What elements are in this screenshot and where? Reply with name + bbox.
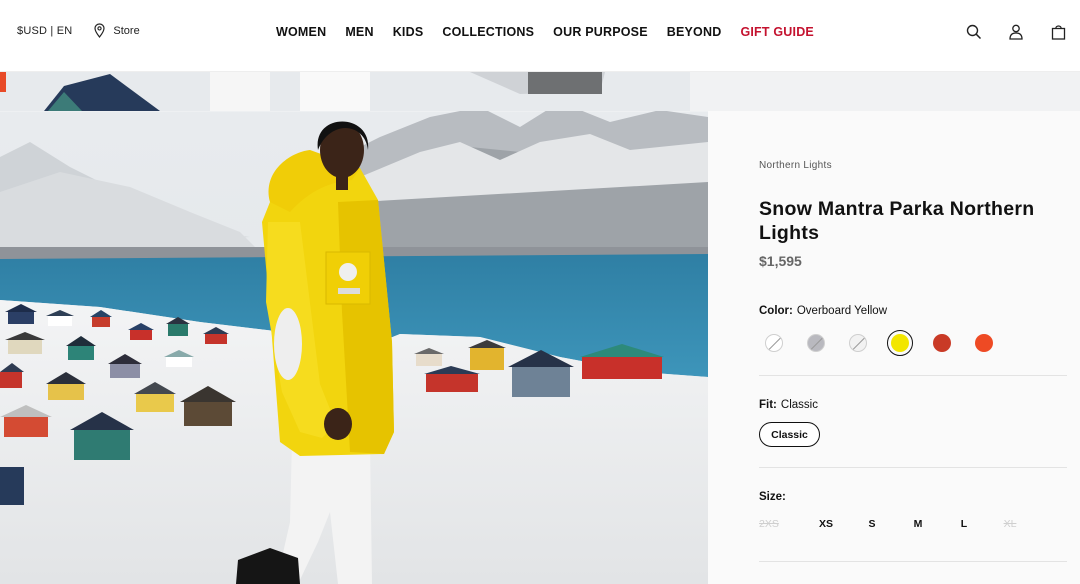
divider bbox=[759, 467, 1067, 468]
fit-classic-button[interactable]: Classic bbox=[759, 422, 820, 447]
swatch-dot-red bbox=[933, 334, 951, 352]
nav-beyond[interactable]: BEYOND bbox=[667, 25, 722, 39]
divider bbox=[759, 561, 1067, 562]
account-icon[interactable] bbox=[1007, 23, 1025, 41]
color-swatch-light-grey[interactable] bbox=[845, 330, 871, 356]
location-pin-icon bbox=[94, 23, 106, 38]
color-swatches bbox=[761, 330, 1013, 356]
size-option[interactable]: L bbox=[941, 518, 987, 530]
product-details-panel: Northern Lights Snow Mantra Parka Northe… bbox=[708, 111, 1080, 584]
product-title: Snow Mantra Parka Northern Lights bbox=[759, 198, 1035, 244]
color-swatch-orange[interactable] bbox=[971, 330, 997, 356]
nav-men[interactable]: MEN bbox=[345, 25, 373, 39]
color-label-key: Color: bbox=[759, 305, 793, 317]
divider bbox=[759, 375, 1067, 376]
site-header: $USD | EN Store WOMEN MEN KIDS COLLECTIO… bbox=[0, 0, 1080, 72]
nav-gift-guide[interactable]: GIFT GUIDE bbox=[740, 25, 814, 39]
nav-women[interactable]: WOMEN bbox=[276, 25, 326, 39]
size-option[interactable]: XS bbox=[803, 518, 849, 530]
color-swatch-white[interactable] bbox=[761, 330, 787, 356]
collection-name[interactable]: Northern Lights bbox=[759, 160, 832, 171]
header-left: $USD | EN Store bbox=[17, 23, 140, 38]
swatch-dot-grey bbox=[807, 334, 825, 352]
color-swatch-red[interactable] bbox=[929, 330, 955, 356]
swatch-dot-yellow bbox=[891, 334, 909, 352]
size-label: Size: bbox=[759, 491, 786, 503]
store-label: Store bbox=[113, 24, 140, 37]
fit-label-key: Fit: bbox=[759, 399, 777, 411]
size-options: 2XS XS S M L XL bbox=[759, 518, 1033, 530]
main-nav: WOMEN MEN KIDS COLLECTIONS OUR PURPOSE B… bbox=[276, 25, 814, 39]
swatch-dot-white bbox=[765, 334, 783, 352]
nav-collections[interactable]: COLLECTIONS bbox=[442, 25, 534, 39]
product-lifestyle-image bbox=[0, 72, 708, 584]
header-icons bbox=[941, 23, 1067, 41]
bag-icon[interactable] bbox=[1049, 23, 1067, 41]
selected-color-name: Overboard Yellow bbox=[796, 305, 888, 317]
nav-our-purpose[interactable]: OUR PURPOSE bbox=[553, 25, 648, 39]
selected-fit-name: Classic bbox=[780, 399, 818, 411]
unavailable-slash bbox=[850, 335, 866, 351]
search-icon[interactable] bbox=[965, 23, 983, 41]
size-option[interactable]: XL bbox=[987, 518, 1033, 530]
currency-language-selector[interactable]: $USD | EN bbox=[17, 25, 72, 37]
store-locator-link[interactable]: Store bbox=[94, 23, 140, 38]
swatch-dot-orange bbox=[975, 334, 993, 352]
size-option[interactable]: S bbox=[849, 518, 895, 530]
unavailable-slash bbox=[808, 335, 824, 351]
color-swatch-yellow[interactable] bbox=[887, 330, 913, 356]
fit-label: Fit: Classic bbox=[759, 399, 818, 411]
unavailable-slash bbox=[766, 335, 782, 351]
color-swatch-grey[interactable] bbox=[803, 330, 829, 356]
size-option[interactable]: M bbox=[895, 518, 941, 530]
swatch-dot-light-grey bbox=[849, 334, 867, 352]
color-label: Color: Overboard Yellow bbox=[759, 305, 887, 317]
banner-image-strip bbox=[0, 72, 1080, 111]
nav-kids[interactable]: KIDS bbox=[393, 25, 424, 39]
size-option[interactable]: 2XS bbox=[759, 518, 803, 530]
product-price: $1,595 bbox=[759, 253, 802, 269]
